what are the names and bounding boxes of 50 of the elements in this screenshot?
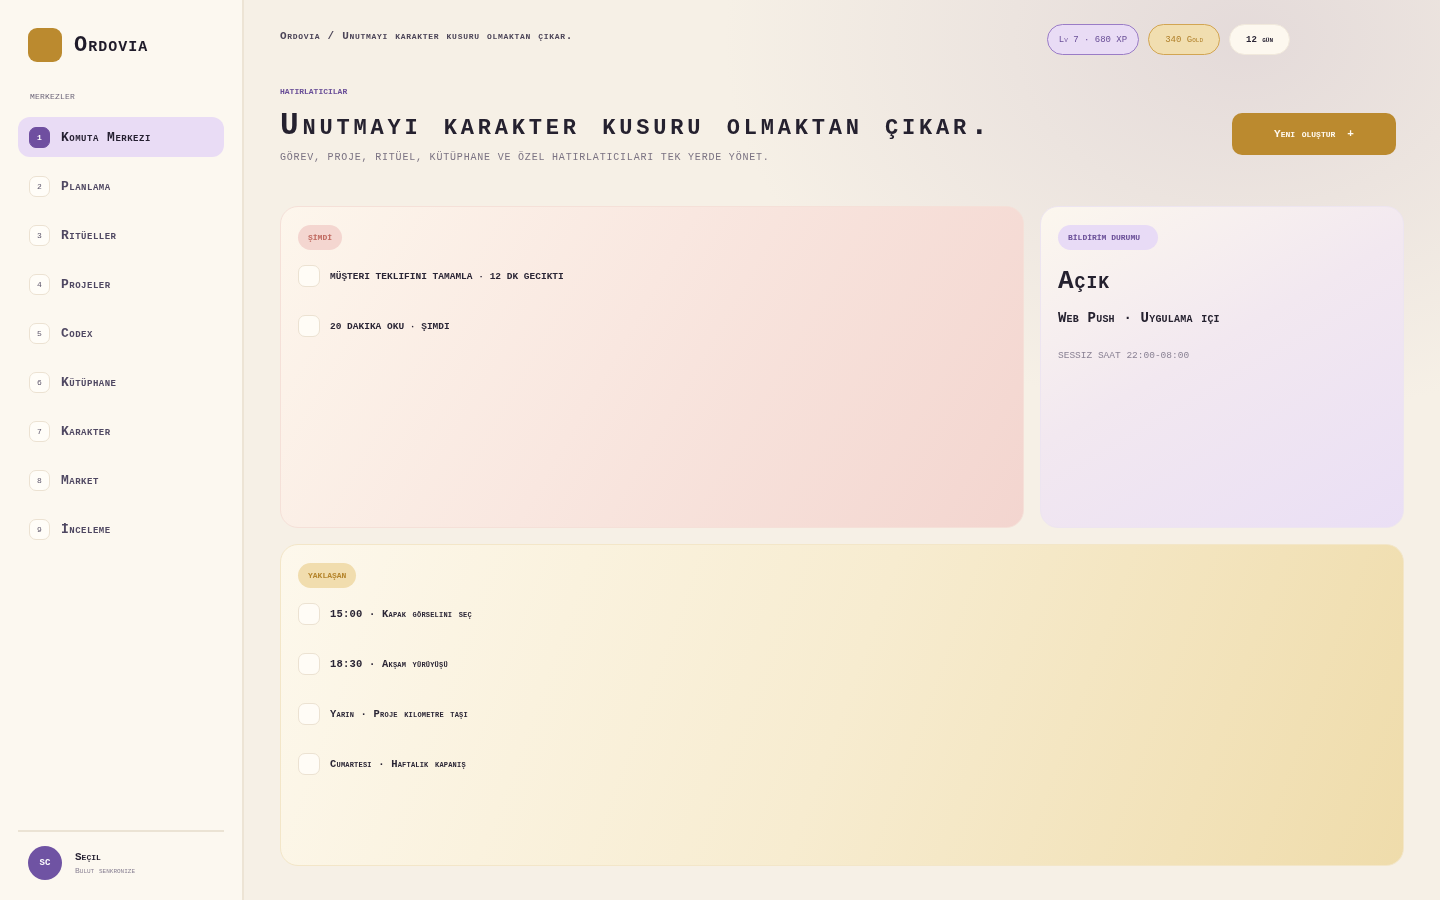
item-number: 3 (29, 224, 50, 246)
item-number: 1 (29, 126, 50, 148)
item-number: 8 (29, 469, 50, 491)
notification-status: Açık (1058, 266, 1110, 296)
task-text: Cumartesi · Haftalık kapanış (330, 758, 466, 770)
item-number: 2 (29, 175, 50, 197)
card-tag: ŞİMDİ (298, 225, 342, 250)
item-number: 5 (29, 322, 50, 344)
nav-item[interactable]: 9 İnceleme (18, 509, 224, 549)
task-text: 18:30 · Akşam yürüyüşü (330, 658, 448, 670)
item-number: 7 (29, 420, 50, 442)
eyebrow-label: HATIRLATICILAR (280, 87, 349, 96)
avatar: SC (28, 846, 62, 880)
section-label: MERKEZLER (30, 92, 76, 101)
task-text: Yarın · Proje kilometre taşı (330, 708, 468, 720)
card-tag: BİLDİRİM DURUMU (1058, 225, 1158, 250)
stat-chip: Lv 7 · 680 XP (1046, 24, 1140, 55)
checkbox[interactable] (298, 315, 320, 337)
sync-status: Bulut senkronize (75, 866, 135, 875)
nav-item[interactable]: 7 Karakter (18, 411, 224, 451)
checkbox[interactable] (298, 753, 320, 775)
task-text: MÜŞTERI TEKLIFINI TAMAMLA · 12 DK GECIKTI (330, 270, 564, 282)
page-title: Unutmayı karakter kusuru olmaktan çıkar. (280, 107, 993, 145)
logo-icon (28, 28, 62, 62)
checkbox[interactable] (298, 703, 320, 725)
quiet-hours: SESSIZ SAAT 22:00-08:00 (1058, 350, 1190, 361)
plus-icon: + (1347, 128, 1354, 140)
checkbox[interactable] (298, 603, 320, 625)
user-name: Seçil (75, 851, 102, 863)
item-number: 6 (29, 371, 50, 393)
checkbox[interactable] (298, 265, 320, 287)
page-subtitle: GÖREV, PROJE, RITÜEL, KÜTÜPHANE VE ÖZEL HATIRLATICILARI TEK YERDE YÖNET. (280, 152, 771, 163)
task-text: 20 DAKIKA OKU · ŞIMDI (330, 320, 450, 332)
nav-item[interactable]: 6 Kütüphane (18, 362, 224, 402)
stat-chip: 340 Gold (1148, 24, 1220, 55)
brand-name: Ordovia (74, 32, 149, 58)
item-number: 9 (29, 518, 50, 540)
breadcrumb: Ordovia / Unutmayı karakter kusuru olmaktan çıkar. (280, 30, 574, 42)
notification-channels: Web Push · Uygulama içi (1058, 310, 1220, 326)
stat-chip: 12 gün (1229, 24, 1290, 55)
nav-item[interactable]: 4 Projeler (18, 264, 224, 304)
nav-item[interactable]: 8 Market (18, 460, 224, 500)
checkbox[interactable] (298, 653, 320, 675)
item-number: 4 (29, 273, 50, 295)
nav-item[interactable]: 2 Planlama (18, 166, 224, 206)
task-text: 15:00 · Kapak görselini seç (330, 608, 472, 620)
nav-item[interactable]: 5 Codex (18, 313, 224, 353)
card-tag: YAKLAŞAN (298, 563, 357, 588)
nav-item[interactable]: 1 Komuta Merkezi (18, 117, 224, 157)
nav-item[interactable]: 3 Ritüeller (18, 215, 224, 255)
